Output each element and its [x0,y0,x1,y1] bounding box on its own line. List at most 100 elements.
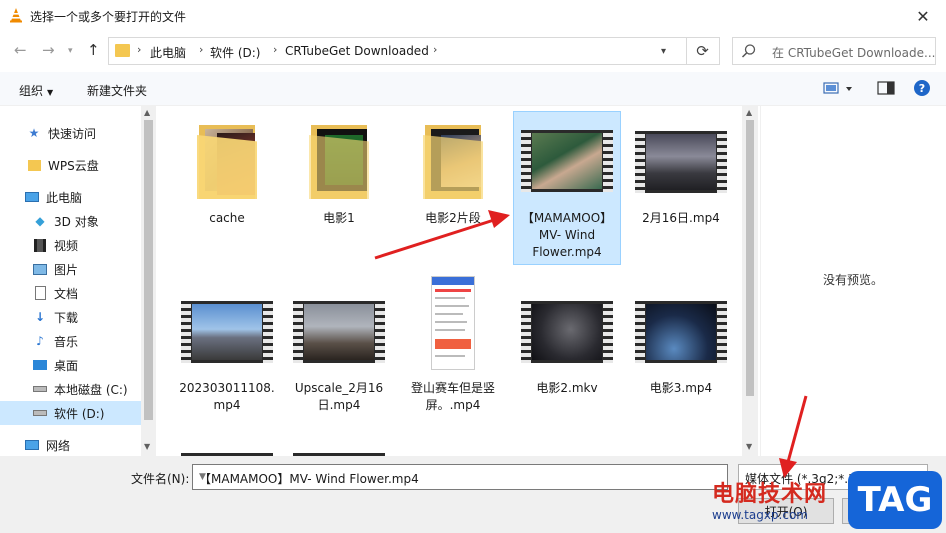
search-placeholder: 在 CRTubeGet Downloade... [772,46,936,60]
view-options-button[interactable] [822,80,852,99]
file-name: Upscale_2月16日.mp4 [294,381,384,412]
video-thumbnail [174,284,280,380]
scroll-down-icon[interactable]: ▼ [144,442,150,451]
command-toolbar: 组织 ▼ 新建文件夹 [0,72,946,106]
watermark-tag-logo: TAG [848,471,942,529]
sidebar-item-label: 本地磁盘 (C:) [54,382,128,397]
navigation-pane: ★ 快速访问 WPS云盘 此电脑 ◆ 3D 对象 视频 图片 文档 ↓ 下载 ♪ 音乐 … [0,106,156,456]
folder-icon [197,125,257,199]
scroll-up-icon[interactable]: ▲ [746,108,752,117]
sidebar-item-label: 桌面 [54,358,79,373]
sidebar-scrollbar[interactable]: ▲ ▼ [141,106,156,456]
video-thumbnail [514,284,620,380]
file-name: 电影2片段 [425,211,481,225]
folder-icon [115,44,130,57]
drive-icon [32,381,48,397]
image-thumbnail [400,266,506,380]
sidebar-item-label: 软件 (D:) [54,406,105,421]
sidebar-item-label: 此电脑 [46,190,83,205]
chevron-right-icon[interactable]: › [273,43,277,56]
file-item-hill-climb[interactable]: 登山赛车但是竖屏。.mp4 [400,266,506,414]
download-icon: ↓ [34,310,46,324]
file-item-movie2-clips[interactable]: 电影2片段 [400,114,506,227]
sidebar-item-drive-d[interactable]: 软件 (D:) [0,401,141,425]
address-bar[interactable]: › 此电脑 › 软件 (D:) › CRTubeGet Downloaded ›… [108,37,720,65]
folder-thumbnail [174,114,280,210]
no-preview-message: 没有预览。 [823,273,884,287]
file-name: 202303011108.mp4 [179,381,275,412]
watermark-url: www.tagxp.com [712,508,808,522]
file-list-scroll-thumb[interactable] [746,120,754,396]
address-dropdown-icon[interactable]: ▾ [661,46,666,57]
file-item-partial[interactable] [174,436,280,456]
video-thumbnail-icon [181,301,273,363]
document-icon [32,285,48,301]
file-list-scrollbar[interactable]: ▲ ▼ [742,106,758,456]
chevron-down-icon: ▼ [47,88,54,97]
desktop-icon [32,357,48,373]
sidebar-item-label: WPS云盘 [48,158,99,173]
chevron-down-icon[interactable]: ▼ [199,472,721,482]
window-title: 选择一个或多个要打开的文件 [30,10,187,24]
file-item-upscale-feb16[interactable]: Upscale_2月16日.mp4 [286,284,392,414]
breadcrumb-drive-d[interactable]: 软件 (D:) [210,44,260,61]
sidebar-item-label: 3D 对象 [54,214,99,229]
close-icon: ✕ [916,6,930,26]
chevron-right-icon[interactable]: › [199,43,203,56]
new-folder-button[interactable]: 新建文件夹 [87,82,147,99]
organize-menu[interactable]: 组织 ▼ [19,82,53,99]
filename-input[interactable]: 【MAMAMOO】MV- Wind Flower.mp4 ▼ [192,464,728,490]
refresh-button[interactable]: ⟳ [686,37,718,65]
help-button[interactable]: ? [914,80,930,96]
scroll-up-icon[interactable]: ▲ [144,108,150,117]
address-row: ← → ▾ ↑ › 此电脑 › 软件 (D:) › CRTubeGet Down… [0,32,946,70]
chevron-right-icon[interactable]: › [137,43,141,56]
file-name: 电影1 [323,211,355,225]
preview-pane-button[interactable] [877,80,895,99]
star-icon: ★ [28,126,40,140]
sidebar-item-label: 视频 [54,238,79,253]
scroll-down-icon[interactable]: ▼ [746,442,752,451]
video-thumbnail-icon [635,301,727,363]
title-bar: 选择一个或多个要打开的文件 ✕ [0,0,946,32]
chevron-right-icon[interactable]: › [433,43,437,56]
file-item-movie3[interactable]: 电影3.mp4 [628,284,734,397]
computer-icon [24,189,40,205]
back-arrow-icon[interactable]: ← [14,41,27,59]
file-name: 登山赛车但是竖屏。.mp4 [410,381,495,412]
folder-icon [309,125,369,199]
file-item-movie2-mkv[interactable]: 电影2.mkv [514,284,620,397]
video-thumbnail [628,284,734,380]
breadcrumb-crtubeget[interactable]: CRTubeGet Downloaded [285,44,429,58]
close-button[interactable]: ✕ [900,0,946,32]
file-item-cache[interactable]: cache [174,114,280,227]
video-thumbnail-icon [635,131,727,193]
forward-arrow-icon[interactable]: → [42,41,55,59]
file-name: 2月16日.mp4 [642,211,720,225]
view-icon [823,82,852,94]
file-name: 【MAMAMOO】MV- Wind Flower.mp4 [521,211,613,259]
file-item-movie1[interactable]: 电影1 [286,114,392,227]
phone-screenshot-thumbnail [431,276,475,370]
file-item-feb16[interactable]: 2月16日.mp4 [628,114,734,227]
folder-thumbnail [286,114,392,210]
folder-icon [26,157,42,173]
video-thumbnail [286,284,392,380]
sidebar-item-label: 下载 [54,310,79,325]
breadcrumb-this-pc[interactable]: 此电脑 [150,44,186,61]
file-item-202303011108[interactable]: 202303011108.mp4 [174,284,280,414]
recent-chevron-down-icon[interactable]: ▾ [68,46,73,56]
video-thumbnail-icon [293,301,385,363]
file-item-mamamoo-mv[interactable]: 【MAMAMOO】MV- Wind Flower.mp4 [513,111,621,265]
video-thumbnail [514,112,620,210]
filename-label: 文件名(N): [131,472,190,486]
search-input[interactable]: 在 CRTubeGet Downloade... [732,37,936,65]
cube-icon: ◆ [35,214,45,228]
music-icon: ♪ [36,334,44,348]
folder-thumbnail [400,114,506,210]
sidebar-scroll-thumb[interactable] [144,120,153,420]
up-arrow-icon[interactable]: ↑ [87,41,100,59]
sidebar-item-label: 音乐 [54,334,79,349]
video-thumbnail-icon [521,301,613,363]
file-item-partial[interactable] [286,436,392,456]
